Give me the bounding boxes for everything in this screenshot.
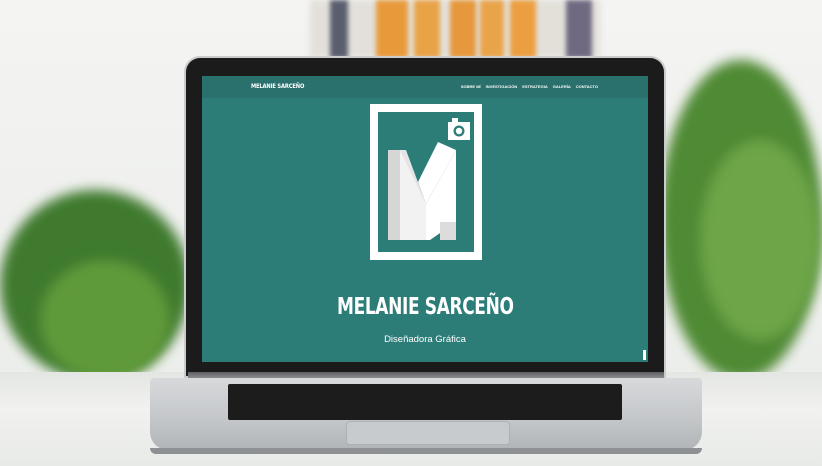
book [414,0,440,58]
nav-item-investigacion[interactable]: INVESTIGACIÓN [486,84,518,89]
nav-item-sobre-mi[interactable]: SOBRE MÍ [461,84,481,89]
trackpad [346,421,510,445]
book [450,0,476,58]
site-navbar: MELANIE SARCEÑO SOBRE MÍ INVESTIGACIÓN E… [202,76,648,98]
hero-subtitle: Diseñadora Gráfica [384,334,466,345]
book [510,0,536,58]
keyboard [228,384,622,420]
book [330,0,348,58]
scrollbar-thumb[interactable] [643,350,646,360]
hero-title: MELANIE SARCEÑO [336,294,514,320]
nav-menu: SOBRE MÍ INVESTIGACIÓN ESTRATEGIA GALERÍ… [461,84,598,89]
laptop-front-edge [150,448,702,454]
site-brand[interactable]: MELANIE SARCEÑO [251,82,304,90]
nav-item-galeria[interactable]: GALERÍA [553,84,571,89]
plant-right [700,140,820,340]
plant-left [40,260,170,380]
book [480,0,504,58]
book [566,0,592,58]
laptop-screen: MELANIE SARCEÑO SOBRE MÍ INVESTIGACIÓN E… [202,76,648,362]
book [376,0,408,58]
nav-item-contacto[interactable]: CONTACTO [576,84,598,89]
camera-monogram-m-icon [378,112,474,252]
nav-item-estrategia[interactable]: ESTRATEGIA [522,84,547,89]
logo-frame [370,104,482,260]
